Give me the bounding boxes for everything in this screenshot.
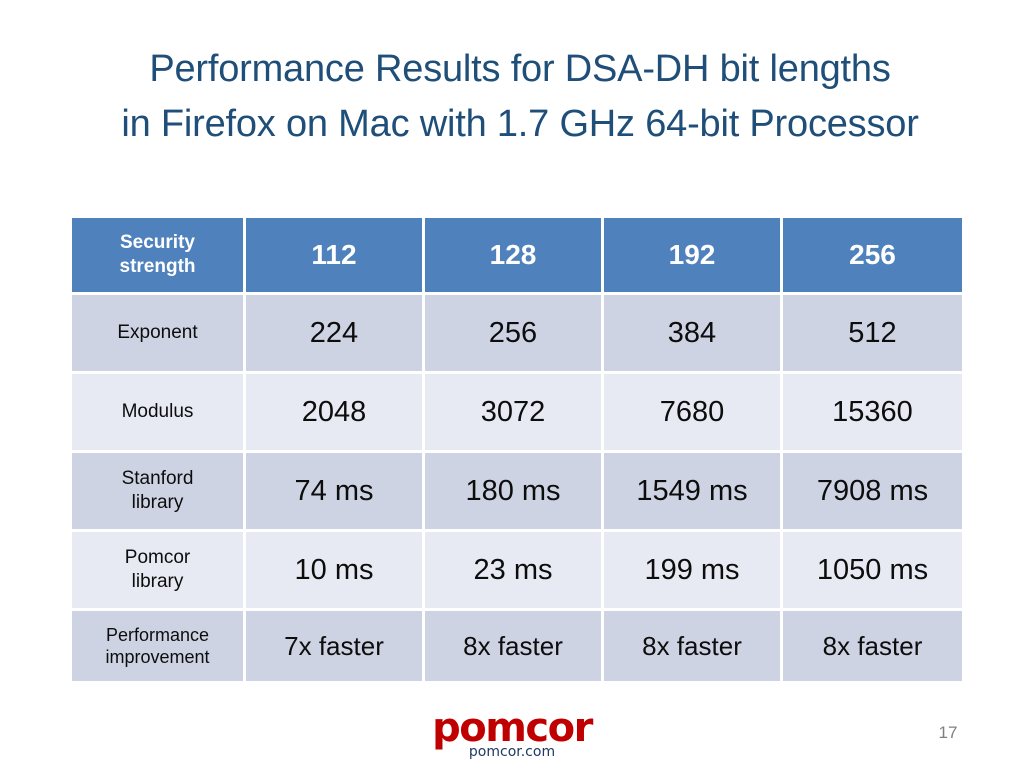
page-title: Performance Results for DSA-DH bit lengt… [121, 48, 919, 146]
cell-exponent-112: 224 [246, 295, 425, 374]
table-row: Stanford library 74 ms 180 ms 1549 ms 79… [72, 453, 962, 532]
cell-stanford-256: 7908 ms [783, 453, 962, 532]
pomcor-logo: pomcor pomcor.com [0, 708, 1024, 759]
cell-pomcor-128: 23 ms [425, 532, 604, 611]
cell-exponent-256: 512 [783, 295, 962, 374]
header-strength-256: 256 [783, 218, 962, 295]
table-header-row: Security strength 112 128 192 256 [72, 218, 962, 295]
table-row: Exponent 224 256 384 512 [72, 295, 962, 374]
cell-modulus-112: 2048 [246, 374, 425, 453]
logo-domain-text: pomcor.com [468, 744, 556, 760]
cell-stanford-112: 74 ms [246, 453, 425, 532]
header-strength-112: 112 [246, 218, 425, 295]
cell-stanford-192: 1549 ms [604, 453, 783, 532]
table-row: Modulus 2048 3072 7680 15360 [72, 374, 962, 453]
cell-pomcor-256: 1050 ms [783, 532, 962, 611]
cell-pomcor-192: 199 ms [604, 532, 783, 611]
cell-exponent-128: 256 [425, 295, 604, 374]
row-label-exponent: Exponent [72, 295, 246, 374]
header-security-strength: Security strength [72, 218, 246, 295]
cell-improvement-192: 8x faster [604, 611, 783, 681]
cell-exponent-192: 384 [604, 295, 783, 374]
row-label-modulus: Modulus [72, 374, 246, 453]
header-strength-192: 192 [604, 218, 783, 295]
cell-modulus-192: 7680 [604, 374, 783, 453]
row-label-stanford-library: Stanford library [72, 453, 246, 532]
page-number: 17 [938, 723, 958, 742]
cell-improvement-112: 7x faster [246, 611, 425, 681]
cell-modulus-128: 3072 [425, 374, 604, 453]
header-strength-128: 128 [425, 218, 604, 295]
cell-modulus-256: 15360 [783, 374, 962, 453]
cell-stanford-128: 180 ms [425, 453, 604, 532]
logo-wordmark: pomcor [432, 705, 593, 751]
performance-results-table: Security strength 112 128 192 256 Expone… [72, 218, 962, 681]
cell-pomcor-112: 10 ms [246, 532, 425, 611]
row-label-performance-improvement: Performance improvement [72, 611, 246, 681]
row-label-pomcor-library: Pomcor library [72, 532, 246, 611]
table-row: Pomcor library 10 ms 23 ms 199 ms 1050 m… [72, 532, 962, 611]
cell-improvement-128: 8x faster [425, 611, 604, 681]
cell-improvement-256: 8x faster [783, 611, 962, 681]
table-row: Performance improvement 7x faster 8x fas… [72, 611, 962, 681]
